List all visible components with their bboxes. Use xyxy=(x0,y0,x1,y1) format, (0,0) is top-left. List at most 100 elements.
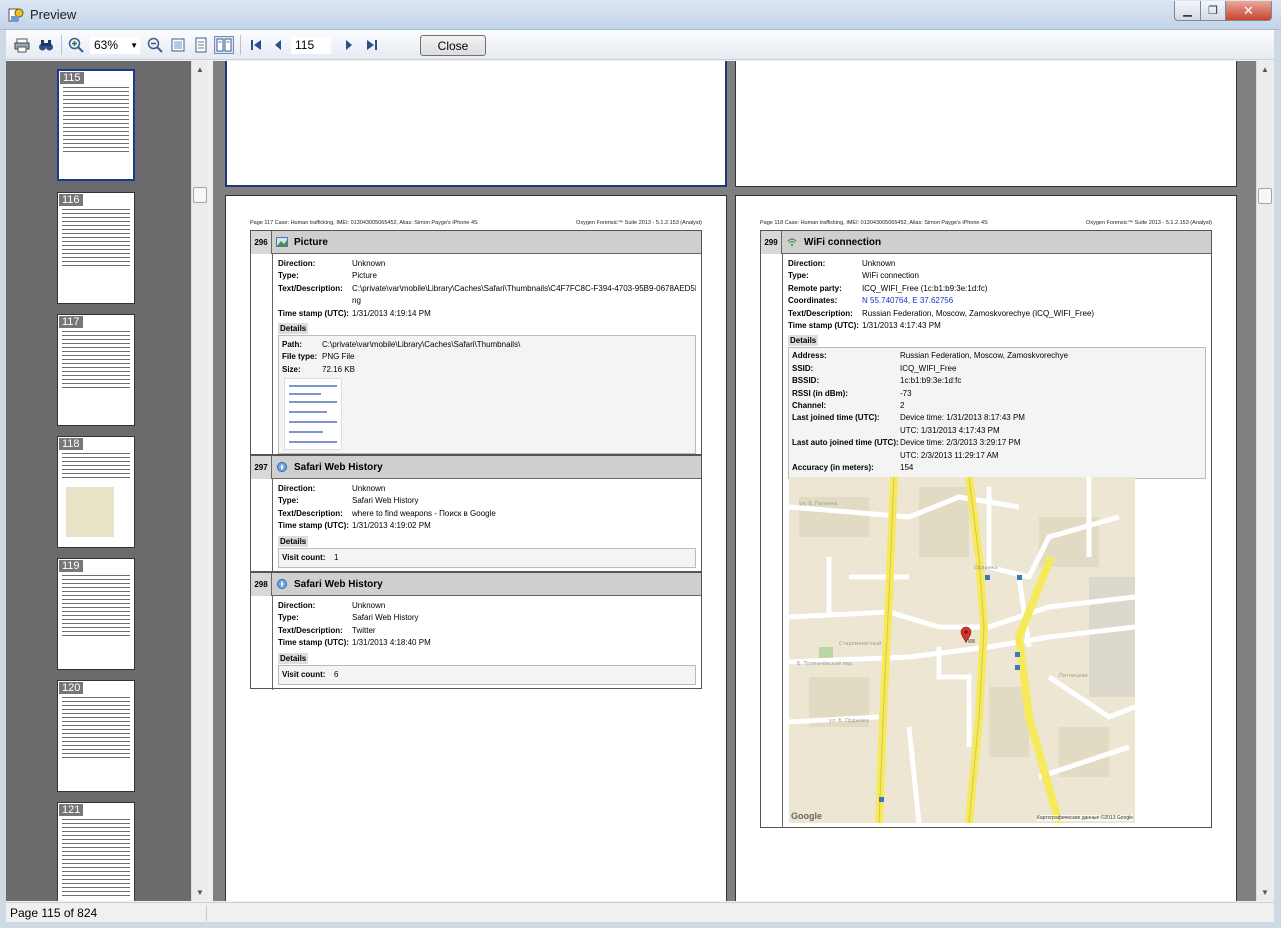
next-page-button[interactable] xyxy=(339,36,359,54)
detail-label: Last auto joined time (UTC): xyxy=(792,438,899,448)
page-preview-right[interactable]: Page 118 Case: Human trafficking, IMEI: … xyxy=(735,195,1237,901)
scrollbar-thumb[interactable] xyxy=(193,187,207,203)
page-preview[interactable] xyxy=(225,61,727,187)
page-header-right: Oxygen Forensic™ Suite 2013 - 5.1.2.153 … xyxy=(576,220,702,226)
detail-value: Russian Federation, Moscow, Zamoskvorech… xyxy=(900,351,1069,361)
status-page-count: Page 115 of 824 xyxy=(10,906,98,920)
field-label: Text/Description: xyxy=(788,308,853,318)
detail-label xyxy=(792,425,900,437)
multi-page-button[interactable] xyxy=(214,36,234,54)
detail-label: Address: xyxy=(792,351,827,361)
previous-page-button[interactable] xyxy=(268,36,288,54)
detail-label: Path: xyxy=(282,340,302,350)
close-button[interactable]: Close xyxy=(420,35,486,56)
zoom-value: 63% xyxy=(94,38,119,52)
details-label: Details xyxy=(278,323,309,335)
page-header-right: Oxygen Forensic™ Suite 2013 - 5.1.2.153 … xyxy=(1086,220,1212,226)
fit-page-button[interactable] xyxy=(168,36,188,54)
detail-label: RSSI (in dBm): xyxy=(792,388,848,398)
find-button[interactable] xyxy=(36,36,56,54)
field-label: Direction: xyxy=(278,601,316,610)
thumbnail-page[interactable]: 120 xyxy=(57,680,135,792)
detail-row: Path: C:\private\var\mobile\Library\Cache… xyxy=(282,339,692,351)
next-page-icon xyxy=(346,40,352,50)
minimize-button[interactable]: ▁ xyxy=(1174,1,1201,21)
detail-row: SSID: ICQ_WIFI_Free xyxy=(792,363,1202,375)
page-header-left: Page 118 Case: Human trafficking, IMEI: … xyxy=(760,220,988,226)
last-page-button[interactable] xyxy=(362,36,382,54)
thumbnail-number: 121 xyxy=(59,804,84,816)
field-value: 1/31/2013 4:19:14 PM xyxy=(352,308,431,318)
window-title: Preview xyxy=(30,7,77,22)
record-card: 298 Safari Web History Direction: Unknown… xyxy=(250,572,702,691)
location-map[interactable]: ул. Б. Полянка Ордынка Старомонетный Б. … xyxy=(789,477,1135,823)
thumbnail-scrollbar[interactable]: ▲ ▼ xyxy=(191,61,208,901)
record-number: 297 xyxy=(251,455,272,479)
thumbnail-content xyxy=(62,329,130,391)
wifi-icon xyxy=(787,238,797,246)
record-title: Picture xyxy=(294,236,328,248)
print-button[interactable] xyxy=(12,36,32,54)
field-value: Russian Federation, Moscow, Zamoskvorech… xyxy=(862,308,1095,318)
preview-scrollbar[interactable]: ▲ ▼ xyxy=(1256,61,1273,901)
record-title: Safari Web History xyxy=(294,578,383,590)
field-value: where to find weapons - Поиск в Google xyxy=(352,508,496,518)
details-label: Details xyxy=(278,535,309,547)
previous-page-icon xyxy=(275,40,281,50)
field-value: Twitter xyxy=(352,625,376,635)
zoom-select[interactable]: 63% ▼ xyxy=(90,37,140,54)
zoom-out-button[interactable] xyxy=(145,36,165,54)
field-row: Direction: Unknown xyxy=(788,258,1206,270)
scroll-up-icon: ▲ xyxy=(1261,65,1269,74)
field-row: Direction: Unknown xyxy=(278,258,696,270)
field-label: Time stamp (UTC): xyxy=(278,308,349,318)
thumbnail-number: 116 xyxy=(59,194,83,206)
safari-icon xyxy=(277,462,287,472)
zoom-in-button[interactable] xyxy=(66,36,86,54)
detail-row: UTC: 1/31/2013 4:17:43 PM xyxy=(792,425,1202,437)
detail-value: 6 xyxy=(334,669,339,679)
svg-text:Старомонетный: Старомонетный xyxy=(839,640,881,647)
single-page-icon xyxy=(171,38,185,52)
status-bar: Page 115 of 824 xyxy=(6,902,1274,922)
field-label: Coordinates: xyxy=(788,296,838,306)
detail-label: Accuracy (in meters): xyxy=(792,463,874,473)
field-value: ICQ_WIFI_Free (1c:b1:b9:3e:1d:fc) xyxy=(862,283,988,293)
thumbnail-page[interactable]: 118 xyxy=(57,436,135,548)
coordinates-link[interactable]: N 55.740764, E 37.62756 xyxy=(862,295,1206,307)
thumbnail-page[interactable]: 116 xyxy=(57,192,135,304)
thumbnail-content xyxy=(63,85,129,155)
thumbnail-page[interactable]: 121 xyxy=(57,802,135,901)
field-value: WiFi connection xyxy=(862,271,919,281)
field-row: Time stamp (UTC): 1/31/2013 4:19:14 PM xyxy=(278,308,696,320)
first-page-button[interactable] xyxy=(246,36,266,54)
svg-text:Ордынка: Ордынка xyxy=(974,565,998,571)
thumbnail-content xyxy=(62,573,130,637)
detail-label: Visit count: xyxy=(282,552,326,562)
fit-width-button[interactable] xyxy=(191,36,211,54)
thumbnail-page[interactable]: 117 xyxy=(57,314,135,426)
field-value: Unknown xyxy=(352,259,386,268)
field-row: ng xyxy=(278,295,696,307)
page-preview-left[interactable]: Page 117 Case: Human trafficking, IMEI: … xyxy=(225,195,727,901)
field-row: Type: Safari Web History xyxy=(278,495,696,507)
thumbnail-page[interactable]: 115 xyxy=(57,69,135,181)
detail-label: BSSID: xyxy=(792,376,820,386)
details-label: Details xyxy=(788,335,819,347)
thumbnail-number: 118 xyxy=(59,438,83,450)
thumbnail-page[interactable]: 119 xyxy=(57,558,135,670)
detail-value: UTC: 2/3/2013 11:29:17 AM xyxy=(900,450,999,460)
detail-row: Visit count: 6 xyxy=(282,669,692,681)
close-window-button[interactable]: ✕ xyxy=(1225,1,1272,21)
thumbnail-number: 117 xyxy=(59,316,83,328)
thumbnail-content xyxy=(62,207,130,267)
maximize-button[interactable]: ❐ xyxy=(1200,1,1226,21)
page-preview[interactable] xyxy=(735,61,1237,187)
close-icon: ✕ xyxy=(1243,2,1254,18)
minimize-icon: ▁ xyxy=(1183,5,1192,17)
scrollbar-thumb[interactable] xyxy=(1258,188,1272,204)
status-separator xyxy=(206,905,207,921)
record-body: Direction: Unknown Type: Safari Web Histor… xyxy=(272,596,701,691)
page-number-input[interactable]: 115 xyxy=(291,37,331,54)
title-bar: Preview ▁ ❐ ✕ xyxy=(0,0,1281,30)
